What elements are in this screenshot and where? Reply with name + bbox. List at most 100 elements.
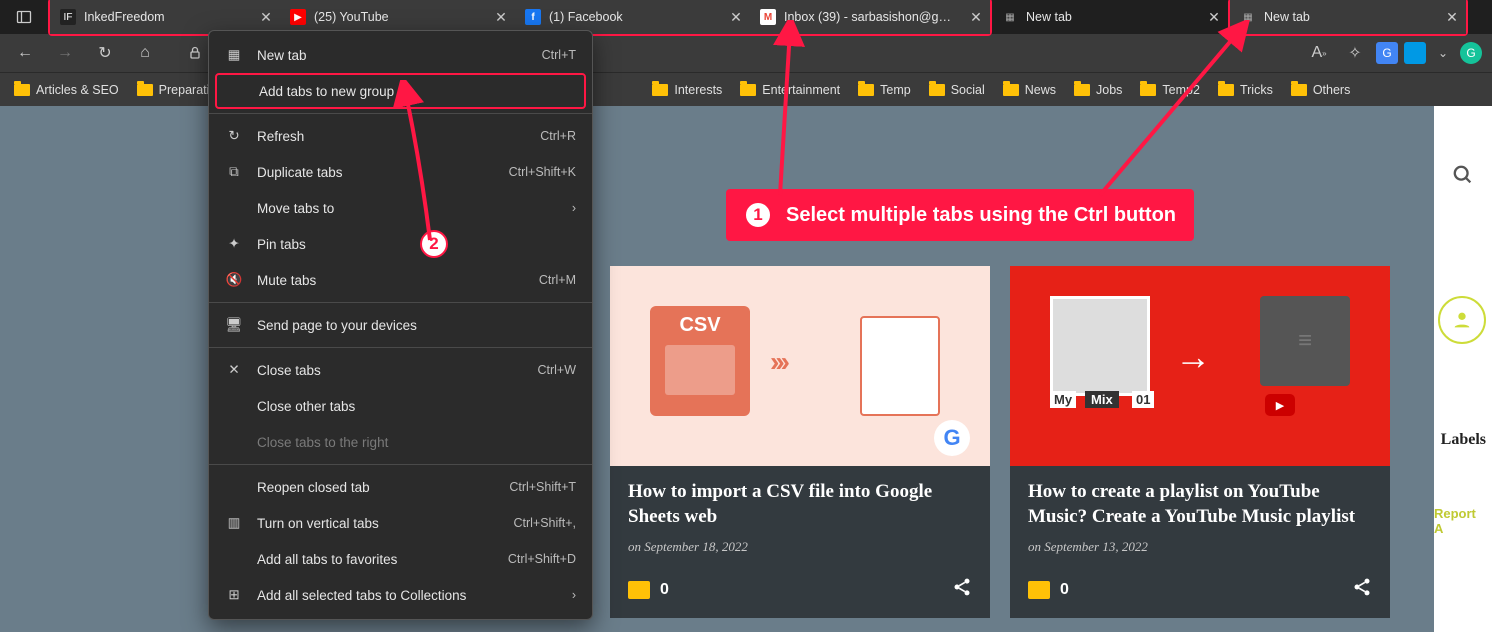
- ctx-item-shortcut: Ctrl+Shift+K: [509, 165, 576, 179]
- bookmark-folder[interactable]: Preparatio: [137, 83, 217, 97]
- user-avatar-icon[interactable]: [1438, 296, 1486, 344]
- back-button[interactable]: ←: [10, 38, 40, 68]
- annotation-callout-1: 1 Select multiple tabs using the Ctrl bu…: [726, 189, 1194, 241]
- tab-new-1[interactable]: ▦ New tab ✕: [992, 0, 1228, 34]
- ctx-move-tabs-to[interactable]: Move tabs to›: [209, 190, 592, 226]
- ctx-add-all-selected-tabs-to-collections[interactable]: ⊞Add all selected tabs to Collections›: [209, 577, 592, 613]
- tab-facebook[interactable]: f (1) Facebook ✕: [515, 0, 750, 34]
- close-tab-icon[interactable]: ✕: [493, 9, 509, 25]
- ctx-item-label: Close tabs to the right: [257, 435, 562, 450]
- close-tab-icon[interactable]: ✕: [258, 9, 274, 25]
- ctx-item-shortcut: Ctrl+W: [537, 363, 576, 377]
- ctx-item-icon: ↻: [225, 127, 243, 145]
- article-card[interactable]: My Mix 01 → ≡ ▶ How to create a playlist…: [1010, 266, 1390, 618]
- bookmark-label: Interests: [674, 83, 722, 97]
- refresh-button[interactable]: ↻: [90, 38, 120, 68]
- ctx-item-label: Move tabs to: [257, 201, 558, 216]
- ext-grammarly-icon[interactable]: G: [1460, 42, 1482, 64]
- ctx-duplicate-tabs[interactable]: ⧉Duplicate tabsCtrl+Shift+K: [209, 154, 592, 190]
- forward-button: →: [50, 38, 80, 68]
- share-icon[interactable]: [1352, 577, 1372, 602]
- ctx-add-tabs-to-new-group[interactable]: Add tabs to new group: [215, 73, 586, 109]
- ctx-send-page-to-your-devices[interactable]: 🖥Send page to your devices: [209, 307, 592, 343]
- bookmark-folder[interactable]: Entertainment: [740, 83, 840, 97]
- folder-icon: [929, 84, 945, 96]
- sidebar-report-link[interactable]: Report A: [1434, 506, 1486, 536]
- bookmark-folder[interactable]: News: [1003, 83, 1056, 97]
- folder-icon: [1140, 84, 1156, 96]
- bookmark-label: Social: [951, 83, 985, 97]
- folder-icon: [137, 84, 153, 96]
- site-info-icon[interactable]: [180, 38, 210, 68]
- tab-inkedfreedom[interactable]: IF InkedFreedom ✕: [50, 0, 280, 34]
- favorite-icon[interactable]: ✧: [1340, 38, 1370, 68]
- ctx-item-icon: ▦: [225, 46, 243, 64]
- bookmark-folder[interactable]: Social: [929, 83, 985, 97]
- bookmark-label: Articles & SEO: [36, 83, 119, 97]
- comment-icon: [1028, 581, 1050, 599]
- annotation-text-1: Select multiple tabs using the Ctrl butt…: [786, 204, 1176, 227]
- tab-new-2[interactable]: ▦ New tab ✕: [1230, 0, 1466, 34]
- tab-title: (25) YouTube: [314, 10, 485, 24]
- ctx-item-label: Pin tabs: [257, 237, 562, 252]
- ctx-item-icon: [225, 478, 243, 496]
- bookmark-label: Temp: [880, 83, 911, 97]
- ctx-mute-tabs[interactable]: 🔇Mute tabsCtrl+M: [209, 262, 592, 298]
- ctx-item-label: Add all tabs to favorites: [257, 552, 494, 567]
- bookmark-label: Entertainment: [762, 83, 840, 97]
- ext-pocket-icon[interactable]: ⌄: [1432, 42, 1454, 64]
- close-tab-icon[interactable]: ✕: [1206, 9, 1222, 25]
- close-tab-icon[interactable]: ✕: [968, 9, 984, 25]
- article-title: How to import a CSV file into Google She…: [628, 480, 972, 529]
- ctx-pin-tabs[interactable]: ✦Pin tabs: [209, 226, 592, 262]
- bookmark-folder[interactable]: Jobs: [1074, 83, 1122, 97]
- bookmark-folder[interactable]: Temp: [858, 83, 911, 97]
- ctx-close-tabs-to-the-right: Close tabs to the right: [209, 424, 592, 460]
- tab-actions-icon[interactable]: [0, 9, 48, 25]
- share-icon[interactable]: [952, 577, 972, 602]
- ctx-item-label: Add all selected tabs to Collections: [257, 588, 558, 603]
- annotation-badge-1: 1: [744, 201, 772, 229]
- folder-icon: [1291, 84, 1307, 96]
- ext-blue-icon[interactable]: [1404, 42, 1426, 64]
- tab-title: InkedFreedom: [84, 10, 250, 24]
- bookmark-folder[interactable]: Others: [1291, 83, 1351, 97]
- favicon: M: [760, 9, 776, 25]
- ctx-refresh[interactable]: ↻RefreshCtrl+R: [209, 118, 592, 154]
- folder-icon: [858, 84, 874, 96]
- tab-title: New tab: [1026, 10, 1198, 24]
- ctx-item-shortcut: Ctrl+Shift+T: [509, 480, 576, 494]
- ctx-item-shortcut: Ctrl+R: [540, 129, 576, 143]
- reading-mode-icon[interactable]: A»: [1304, 38, 1334, 68]
- ext-translate-icon[interactable]: G: [1376, 42, 1398, 64]
- ctx-add-all-tabs-to-favorites[interactable]: Add all tabs to favoritesCtrl+Shift+D: [209, 541, 592, 577]
- comment-count: 0: [660, 581, 669, 599]
- ctx-item-icon: [225, 550, 243, 568]
- close-tab-icon[interactable]: ✕: [1444, 9, 1460, 25]
- bookmark-label: Tricks: [1240, 83, 1273, 97]
- bookmark-folder[interactable]: Temp2: [1140, 83, 1200, 97]
- article-card[interactable]: CSV ››› G How to import a CSV file into …: [610, 266, 990, 618]
- ctx-turn-on-vertical-tabs[interactable]: ▥Turn on vertical tabsCtrl+Shift+,: [209, 505, 592, 541]
- comment-icon: [628, 581, 650, 599]
- ctx-new-tab[interactable]: ▦New tabCtrl+T: [209, 37, 592, 73]
- home-button[interactable]: ⌂: [130, 38, 160, 68]
- ctx-reopen-closed-tab[interactable]: Reopen closed tabCtrl+Shift+T: [209, 469, 592, 505]
- annotation-badge-2: 2: [420, 230, 448, 258]
- tab-youtube[interactable]: ▶ (25) YouTube ✕: [280, 0, 515, 34]
- ctx-item-label: Close tabs: [257, 363, 523, 378]
- newtab-icon: ▦: [1240, 9, 1256, 25]
- bookmark-folder[interactable]: Interests: [652, 83, 722, 97]
- folder-icon: [1218, 84, 1234, 96]
- close-tab-icon[interactable]: ✕: [728, 9, 744, 25]
- bookmark-label: News: [1025, 83, 1056, 97]
- ctx-item-icon: [225, 397, 243, 415]
- article-title: How to create a playlist on YouTube Musi…: [1028, 480, 1372, 529]
- ctx-close-other-tabs[interactable]: Close other tabs: [209, 388, 592, 424]
- bookmark-folder[interactable]: Articles & SEO: [14, 83, 119, 97]
- tab-gmail[interactable]: M Inbox (39) - sarbasishon@gmail. ✕: [750, 0, 990, 34]
- bookmark-folder[interactable]: Tricks: [1218, 83, 1273, 97]
- search-icon[interactable]: [1444, 156, 1482, 194]
- ctx-close-tabs[interactable]: ✕Close tabsCtrl+W: [209, 352, 592, 388]
- bookmark-label: Others: [1313, 83, 1351, 97]
